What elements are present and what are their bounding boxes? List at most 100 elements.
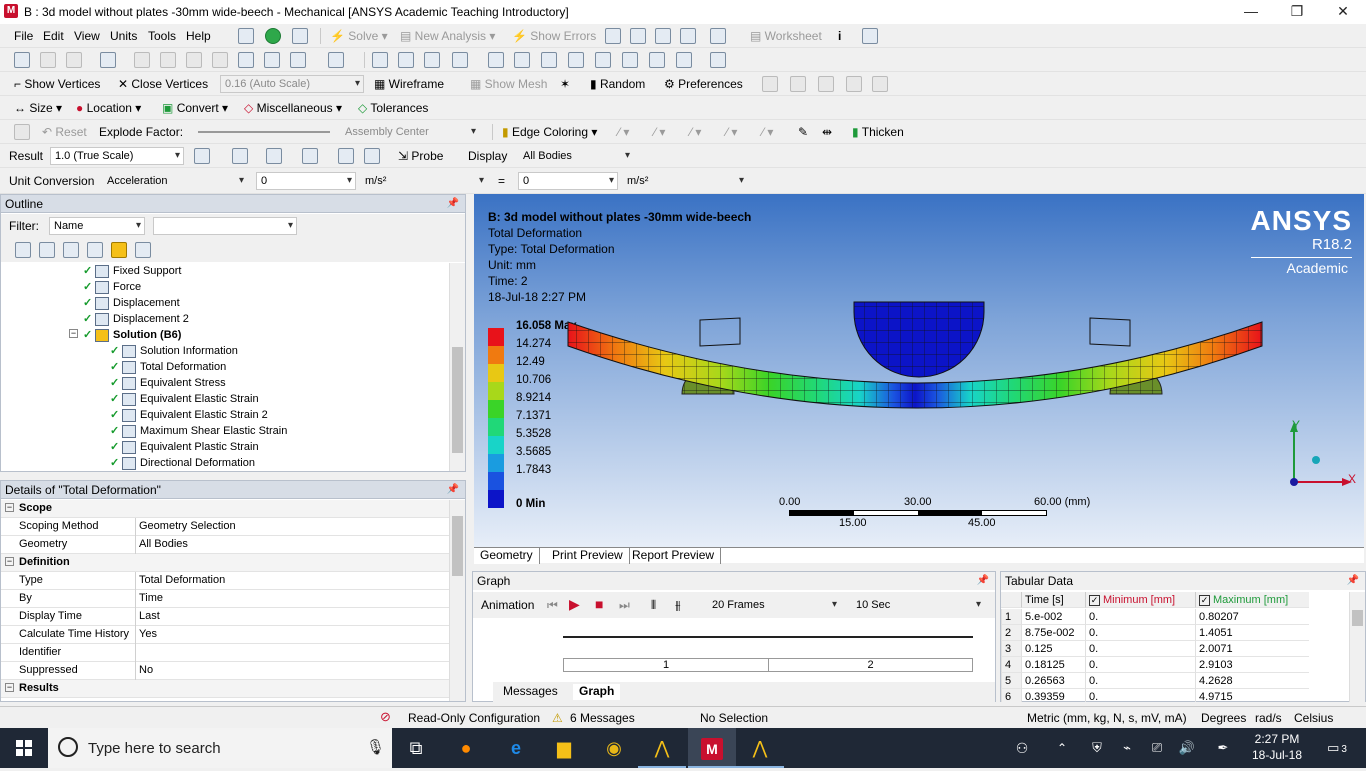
tab-print-preview[interactable]: Print Preview [546,548,630,564]
probe-button[interactable]: ⇲ Probe [398,147,443,165]
details-section[interactable]: − Scope [1,500,449,518]
timeline-steps[interactable]: 1 2 [563,658,973,672]
chart-icon[interactable] [605,28,621,44]
tree-node[interactable]: ✓ Directional Deformation [110,455,255,471]
menu-edit[interactable]: Edit [43,27,64,45]
details-value[interactable]: Total Deformation [139,572,449,589]
vector-icon[interactable] [302,148,318,164]
details-value[interactable]: Last [139,608,449,625]
tabular-scrollbar[interactable] [1349,592,1365,702]
show-errors-button[interactable]: ⚡ Show Errors [512,27,596,45]
file-explorer-icon[interactable]: ▆ [540,728,588,768]
tree-node[interactable]: ✓ Equivalent Elastic Strain 2 [110,407,268,423]
screenshot-icon[interactable] [710,28,726,44]
menu-view[interactable]: View [74,27,100,45]
rotate-icon[interactable] [372,52,388,68]
text-icon[interactable] [680,28,696,44]
tree-node[interactable]: ✓ Total Deformation [110,359,227,375]
edges-icon[interactable] [266,148,282,164]
table-cell[interactable]: 2 [1001,625,1021,641]
value-left-input[interactable]: 0 [256,172,356,190]
result-sets-icon[interactable]: ⫵ [675,596,681,614]
zoom-out-icon[interactable] [568,52,584,68]
mechanical-taskbar-icon[interactable]: M [688,728,736,768]
random-icon[interactable]: ✶ [560,75,570,93]
tab-geometry[interactable]: Geometry [474,548,540,564]
tree-node[interactable]: ✓ Fixed Support [83,263,181,279]
tag-icon[interactable] [862,28,878,44]
pin-icon[interactable]: 📌 [447,195,459,213]
table-cell[interactable]: 0.18125 [1021,657,1085,673]
mesh-select-icon[interactable] [290,52,306,68]
select-mode-icon[interactable] [14,52,30,68]
prev-frame-icon[interactable]: ⏮ [547,596,558,614]
play-icon[interactable]: ▶ [569,595,580,613]
task-view-icon[interactable]: ⧉ [392,728,440,768]
table-cell[interactable]: 0.26563 [1021,673,1085,689]
details-value[interactable]: Time [139,590,449,607]
minimize-button[interactable]: — [1228,0,1274,24]
vertex-select-icon[interactable] [134,52,150,68]
menu-units[interactable]: Units [110,27,137,45]
volume-icon[interactable]: 🔊 [1172,728,1202,768]
iso-icon[interactable] [595,52,611,68]
table-cell[interactable]: 5.e-002 [1021,609,1085,625]
unit-right-dropdown[interactable]: m/s² [622,172,748,190]
zoom-window-icon[interactable] [514,52,530,68]
security-icon[interactable]: ⛨ [1082,728,1112,768]
tree-node[interactable]: ✓ Solution Information [110,343,238,359]
tree-node[interactable]: ✓ Maximum Shear Elastic Strain [110,423,287,439]
details-value[interactable]: All Bodies [139,536,449,553]
table-cell[interactable]: 0. [1085,673,1195,689]
details-row[interactable]: Display Time Last [1,608,449,626]
previous-view-icon[interactable] [622,52,638,68]
details-row[interactable]: By Time [1,590,449,608]
scale-dropdown[interactable]: 0.16 (Auto Scale) [220,75,364,93]
edge-tool-icon-2[interactable]: ⁄ ▾ [654,123,665,141]
duration-dropdown[interactable]: 10 Sec [851,596,985,614]
edge-tool-icon-1[interactable]: ⁄ ▾ [618,123,629,141]
col-maximum[interactable]: ✓ Maximum [mm] [1195,592,1309,608]
pin-icon[interactable]: 📌 [447,481,459,499]
tab-graph[interactable]: Graph [573,684,621,700]
timeline-line[interactable] [563,636,973,638]
align-icon-5[interactable] [872,76,888,92]
stop-icon[interactable]: ■ [595,595,603,613]
table-cell[interactable]: 0.39359 [1021,689,1085,702]
edge-tool-icon-3[interactable]: ⁄ ▾ [690,123,701,141]
node-select-icon[interactable] [238,52,254,68]
explode-icon[interactable] [14,124,30,140]
details-row[interactable]: Identifier [1,644,449,662]
menu-help[interactable]: Help [186,27,211,45]
rot-velocity-status[interactable]: rad/s [1255,711,1282,725]
edge-browser-icon[interactable]: e [492,728,540,768]
align-icon-1[interactable] [762,76,778,92]
preferences-button[interactable]: ⚙ Preferences [664,75,743,93]
location-button[interactable]: ● Location ▾ [76,99,141,117]
table-cell[interactable]: 3 [1001,641,1021,657]
table-cell[interactable]: 0.125 [1021,641,1085,657]
zoom-fit-icon[interactable] [488,52,504,68]
pin-tool-icon[interactable]: ✎ [798,123,808,141]
sort-icon[interactable] [135,242,151,258]
tree-node[interactable]: ✓ Equivalent Plastic Strain [110,439,259,455]
col-time[interactable]: Time [s] [1021,592,1085,608]
details-value[interactable]: Geometry Selection [139,518,449,535]
menu-tools[interactable]: Tools [148,27,176,45]
new-analysis-button[interactable]: ▤ New Analysis ▾ [400,27,495,45]
collapse-toggle-icon[interactable]: − [69,329,78,338]
body-select-icon[interactable] [212,52,228,68]
details-section[interactable]: − Definition [1,554,449,572]
pin-icon[interactable]: 📌 [977,572,989,590]
tolerances-button[interactable]: ◇ Tolerances [358,99,428,117]
taskbar-search[interactable]: Type here to search 🎙 [48,728,392,768]
details-scrollbar[interactable] [449,500,465,701]
section-toggle-icon[interactable]: − [5,557,14,566]
display-dropdown[interactable]: All Bodies [518,147,634,165]
align-icon-4[interactable] [846,76,862,92]
table-cell[interactable]: 2.0071 [1195,641,1309,657]
step-1[interactable]: 1 [564,659,769,671]
tree-node[interactable]: ✓ Equivalent Elastic Strain [110,391,259,407]
outline-scrollbar[interactable] [449,263,465,471]
temperature-status[interactable]: Celsius [1294,711,1333,725]
